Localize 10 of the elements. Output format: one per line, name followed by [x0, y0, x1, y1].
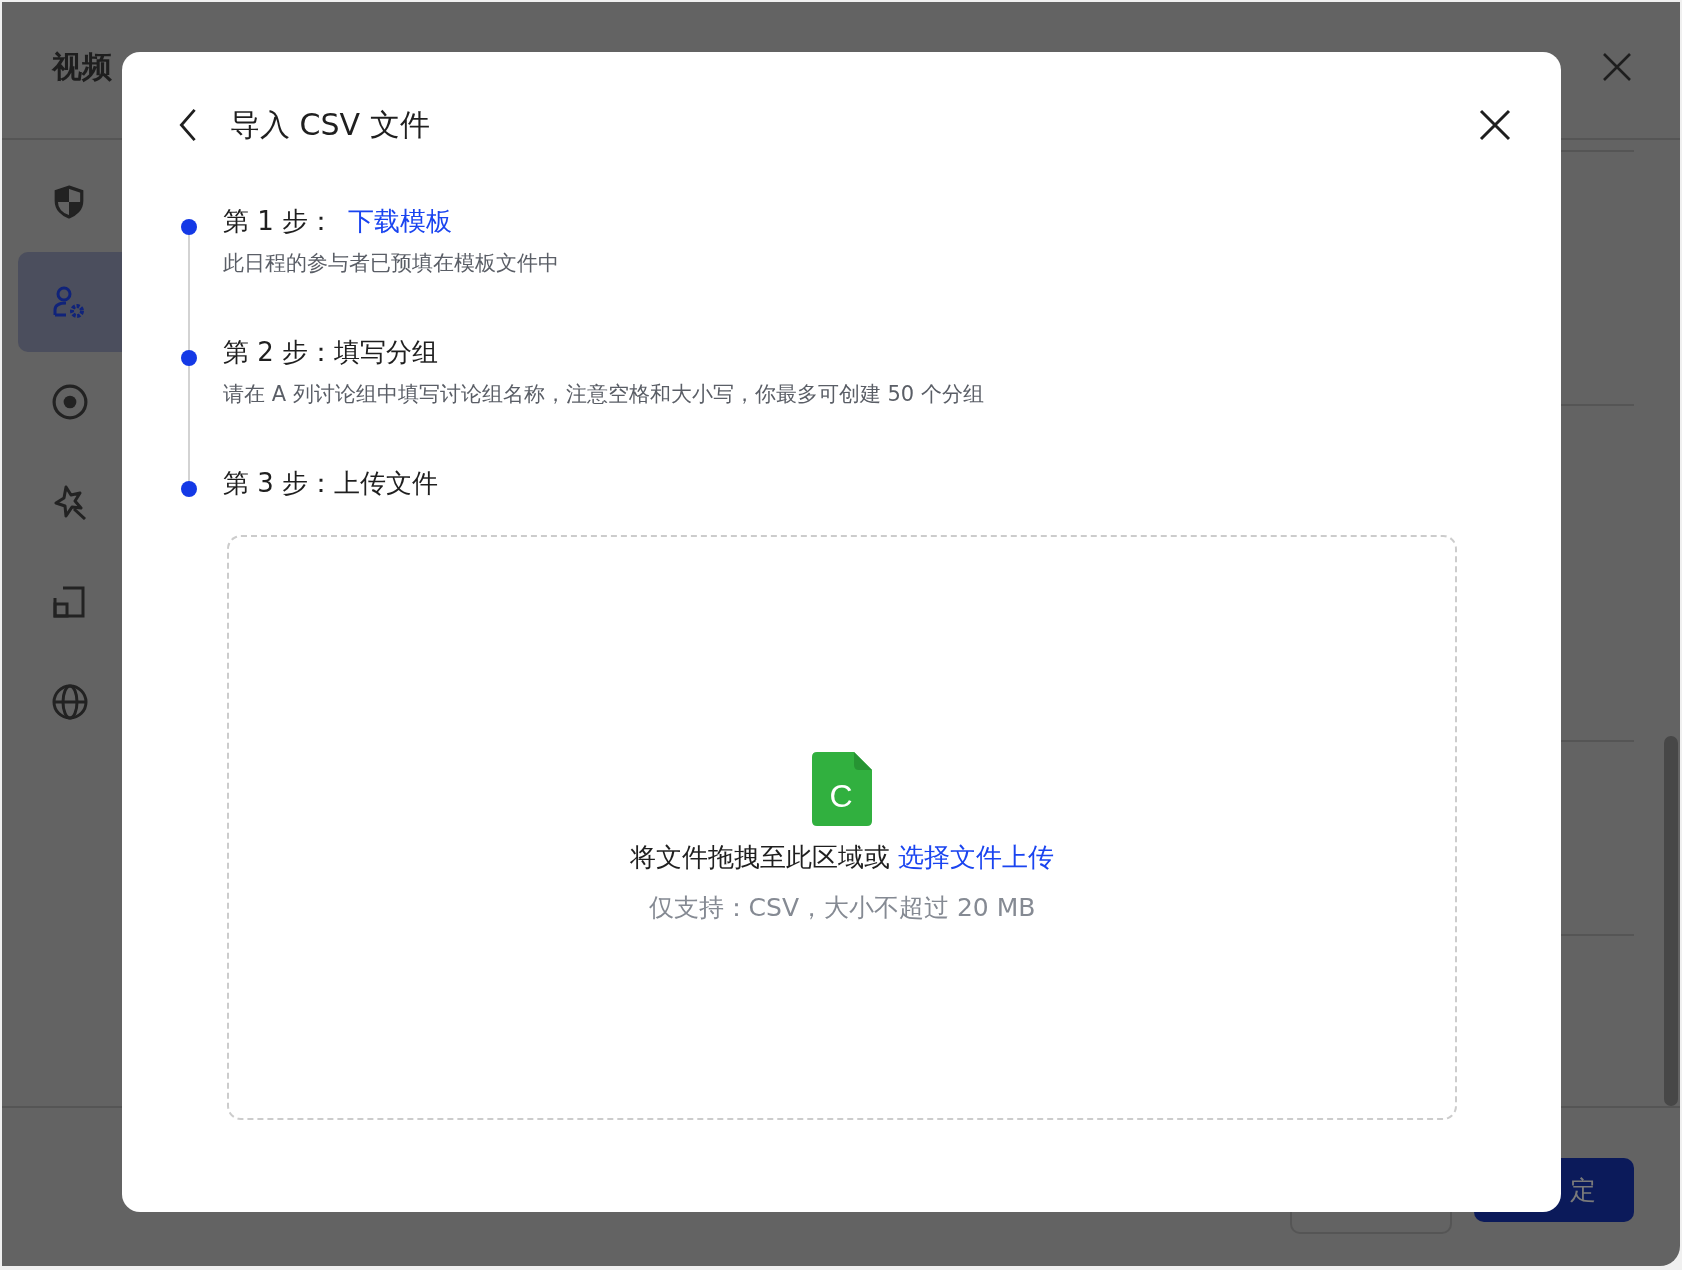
file-type-hint: 仅支持：CSV，大小不超过 20 MB — [648, 891, 1036, 924]
step-title: 第 1 步： — [223, 205, 335, 238]
dialog-title: 导入 CSV 文件 — [230, 105, 430, 144]
step-description: 请在 A 列讨论组中填写讨论组名称，注意空格和大小写，你最多可创建 50 个分组 — [223, 381, 984, 408]
csv-file-icon: C — [812, 751, 872, 826]
step-description: 此日程的参与者已预填在模板文件中 — [223, 250, 559, 277]
dropzone-prompt: 将文件拖拽至此区域或 — [630, 840, 890, 874]
step-title: 第 3 步：上传文件 — [223, 467, 439, 500]
window-title: 视频 — [52, 47, 112, 86]
step-title: 第 2 步：填写分组 — [223, 336, 439, 369]
